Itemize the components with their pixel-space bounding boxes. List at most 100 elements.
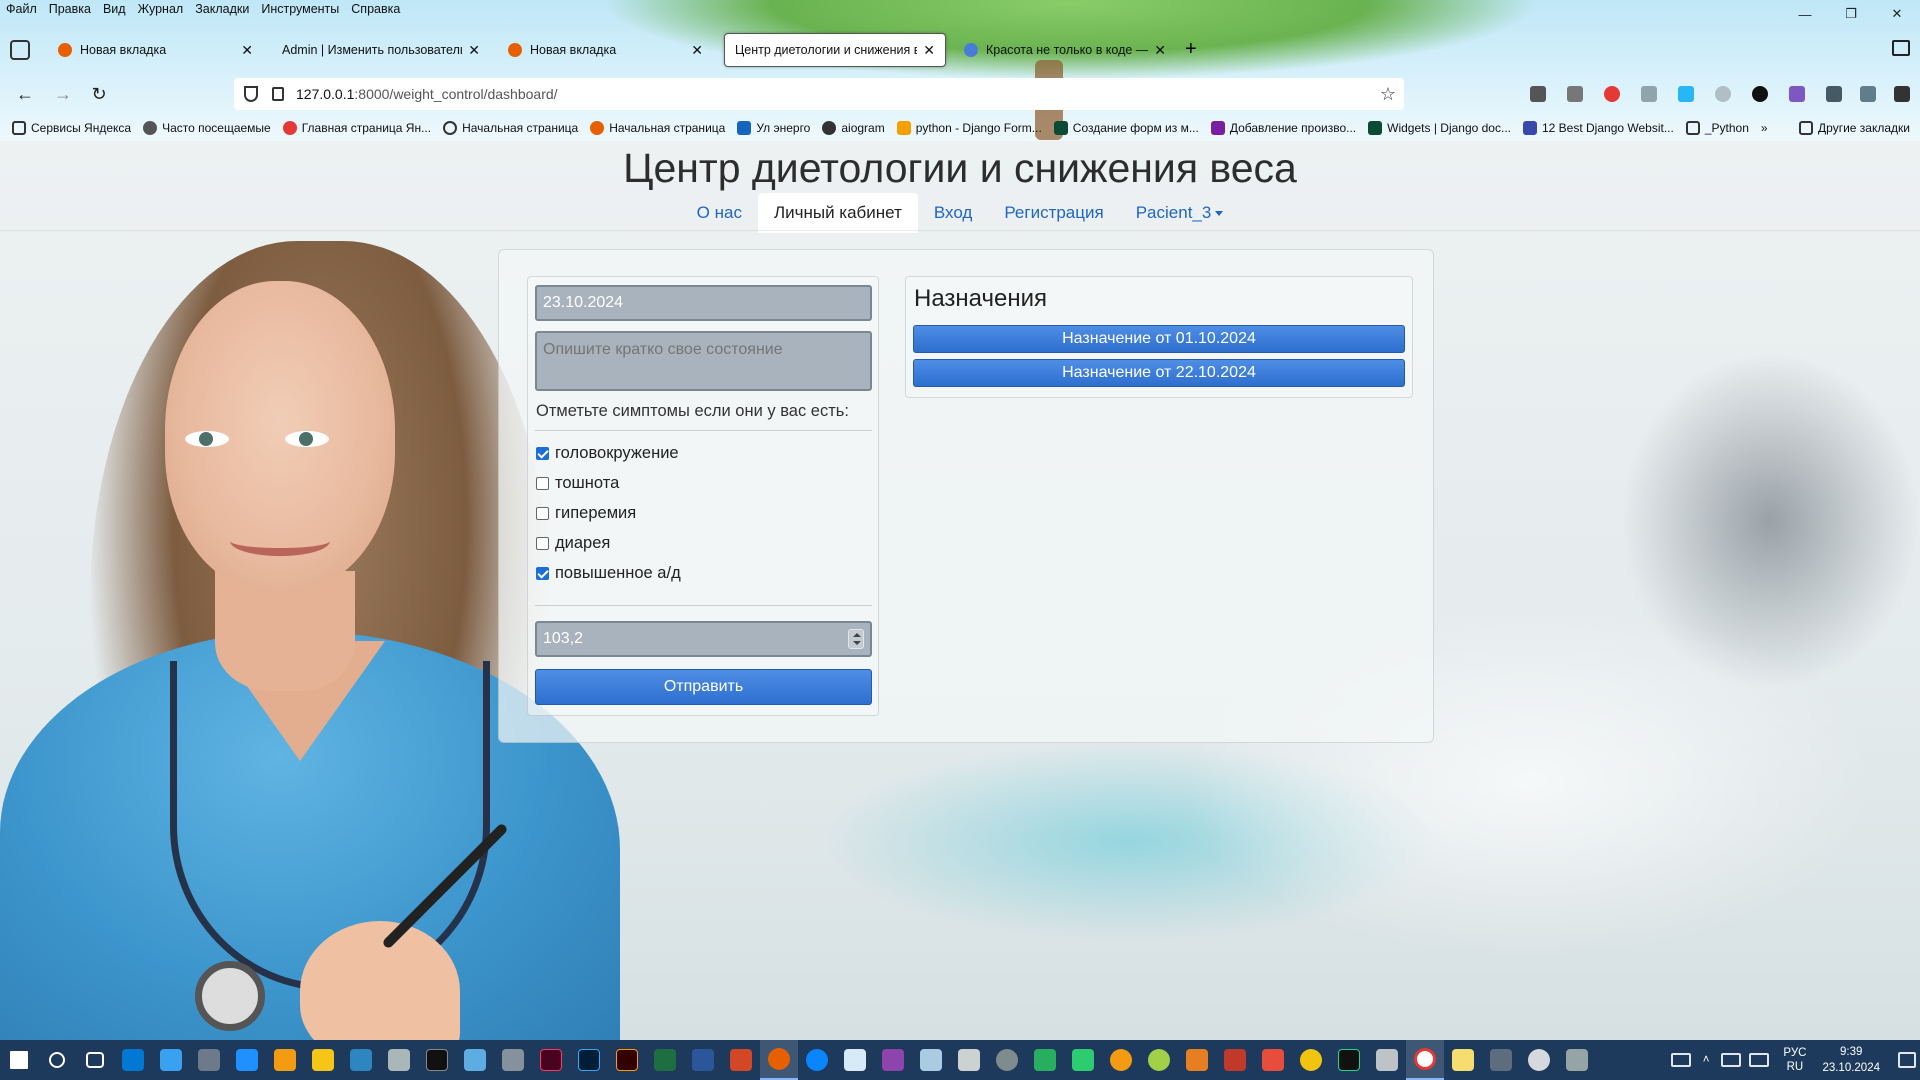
tab-new-2[interactable]: Новая вкладка ✕	[498, 33, 713, 67]
pocket-icon[interactable]	[1530, 86, 1546, 102]
taskbar-app-yandex-browser[interactable]	[1406, 1040, 1444, 1080]
extension-icon[interactable]	[1641, 86, 1657, 102]
tab-list-icon[interactable]	[10, 40, 30, 60]
taskbar-app[interactable]	[1292, 1040, 1330, 1080]
symptom-diarrhea[interactable]: диарея	[536, 534, 610, 553]
taskbar-app[interactable]	[266, 1040, 304, 1080]
taskbar-app[interactable]	[1064, 1040, 1102, 1080]
submit-button[interactable]: Отправить	[535, 669, 872, 705]
taskbar-app[interactable]	[1102, 1040, 1140, 1080]
appointment-button-1[interactable]: Назначение от 01.10.2024	[913, 325, 1405, 353]
close-tab-icon[interactable]: ✕	[468, 42, 480, 59]
taskbar-app[interactable]	[570, 1040, 608, 1080]
taskbar-app[interactable]	[684, 1040, 722, 1080]
bookmark[interactable]: Главная страница Ян...	[282, 121, 431, 135]
taskbar-app[interactable]	[1216, 1040, 1254, 1080]
bookmark[interactable]: python - Django Form...	[896, 121, 1042, 135]
bookmark[interactable]: Начальная страница	[590, 121, 725, 135]
minimize-icon[interactable]: —	[1782, 0, 1828, 28]
menu-file[interactable]: Файл	[0, 0, 43, 20]
taskbar-app[interactable]	[1444, 1040, 1482, 1080]
taskbar-app[interactable]	[1330, 1040, 1368, 1080]
bookmark[interactable]: Часто посещаемые	[143, 121, 271, 135]
taskbar-app[interactable]	[1254, 1040, 1292, 1080]
close-tab-icon[interactable]: ✕	[923, 42, 935, 59]
adblock-icon[interactable]	[1604, 86, 1620, 102]
shield-extension-icon[interactable]	[1567, 86, 1583, 102]
taskbar-app[interactable]	[1178, 1040, 1216, 1080]
taskbar-app[interactable]	[418, 1040, 456, 1080]
tab-beauty[interactable]: Красота не только в коде — ✕	[954, 33, 1176, 67]
bookmark-star-icon[interactable]: ☆	[1380, 84, 1396, 105]
back-icon[interactable]: ←	[12, 81, 38, 107]
taskbar-app-firefox[interactable]	[760, 1040, 798, 1080]
menu-history[interactable]: Журнал	[132, 0, 190, 20]
taskbar-app[interactable]	[1026, 1040, 1064, 1080]
checkbox-checked[interactable]	[536, 567, 549, 580]
new-tab-icon[interactable]: +	[1185, 38, 1197, 61]
nav-register[interactable]: Регистрация	[988, 193, 1119, 233]
bookmark[interactable]: Сервисы Яндекса	[12, 121, 131, 135]
state-textarea[interactable]	[535, 331, 872, 391]
network-icon[interactable]	[1721, 1053, 1742, 1067]
taskbar-app[interactable]	[1368, 1040, 1406, 1080]
taskbar-app[interactable]	[912, 1040, 950, 1080]
appointment-button-2[interactable]: Назначение от 22.10.2024	[913, 359, 1405, 387]
spinner-icon[interactable]	[848, 629, 864, 649]
language-indicator[interactable]: РУС RU	[1783, 1046, 1806, 1074]
restore-icon[interactable]: ❐	[1828, 0, 1874, 28]
symptom-dizziness[interactable]: головокружение	[536, 444, 679, 463]
taskbar-app[interactable]	[304, 1040, 342, 1080]
taskbar-app[interactable]	[532, 1040, 570, 1080]
page-info-icon[interactable]	[272, 87, 284, 101]
menu-view[interactable]: Вид	[97, 0, 132, 20]
taskbar-app[interactable]	[950, 1040, 988, 1080]
checkbox[interactable]	[536, 537, 549, 550]
menu-icon[interactable]	[1894, 86, 1910, 102]
address-bar[interactable]: 127.0.0.1 :8000/weight_control/dashboard…	[234, 78, 1404, 110]
taskbar-app[interactable]	[190, 1040, 228, 1080]
extension-l-icon[interactable]	[1752, 86, 1768, 102]
taskbar-app[interactable]	[646, 1040, 684, 1080]
close-tab-icon[interactable]: ✕	[1154, 42, 1166, 59]
taskbar-app[interactable]	[1482, 1040, 1520, 1080]
extension-icon[interactable]	[1789, 86, 1805, 102]
taskbar-app[interactable]	[988, 1040, 1026, 1080]
taskbar-app[interactable]	[1140, 1040, 1178, 1080]
taskbar-app[interactable]	[494, 1040, 532, 1080]
volume-icon[interactable]	[1749, 1053, 1770, 1067]
symptom-high-bp[interactable]: повышенное а/д	[536, 564, 681, 583]
notifications-icon[interactable]	[1898, 1052, 1916, 1068]
close-window-icon[interactable]: ✕	[1874, 0, 1920, 28]
bookmark-other[interactable]: Другие закладки	[1799, 117, 1910, 139]
taskbar-app[interactable]	[114, 1040, 152, 1080]
taskbar-app[interactable]	[228, 1040, 266, 1080]
checkbox[interactable]	[536, 507, 549, 520]
taskbar-app[interactable]	[152, 1040, 190, 1080]
reload-icon[interactable]: ↻	[86, 81, 112, 107]
extension-icon[interactable]	[1678, 86, 1694, 102]
symptom-nausea[interactable]: тошнота	[536, 474, 619, 493]
bookmark[interactable]: Добавление произво...	[1210, 121, 1356, 135]
start-button[interactable]	[0, 1040, 38, 1080]
menu-bookmarks[interactable]: Закладки	[189, 0, 255, 20]
bookmark[interactable]: Начальная страница	[443, 121, 578, 135]
taskbar-app[interactable]	[380, 1040, 418, 1080]
date-input[interactable]: 23.10.2024	[535, 285, 872, 321]
bookmark[interactable]: aiogram	[822, 121, 885, 135]
people-icon[interactable]	[1670, 1053, 1691, 1067]
symptom-hyperemia[interactable]: гиперемия	[536, 504, 636, 523]
tab-overview-icon[interactable]	[1892, 40, 1910, 56]
close-tab-icon[interactable]: ✕	[691, 42, 703, 59]
more-bookmarks-icon[interactable]: »	[1761, 121, 1768, 135]
menu-edit[interactable]: Правка	[43, 0, 97, 20]
tab-active-dashboard[interactable]: Центр диетологии и снижения веса ✕	[724, 33, 946, 67]
checkbox[interactable]	[536, 477, 549, 490]
taskbar-app[interactable]	[798, 1040, 836, 1080]
bookmark[interactable]: 12 Best Django Websit...	[1522, 121, 1674, 135]
close-tab-icon[interactable]: ✕	[241, 42, 253, 59]
nav-cabinet[interactable]: Личный кабинет	[757, 193, 918, 233]
taskbar-app[interactable]	[342, 1040, 380, 1080]
bookmark[interactable]: Ул энерго	[737, 121, 810, 135]
tracking-shield-icon[interactable]	[244, 86, 258, 102]
